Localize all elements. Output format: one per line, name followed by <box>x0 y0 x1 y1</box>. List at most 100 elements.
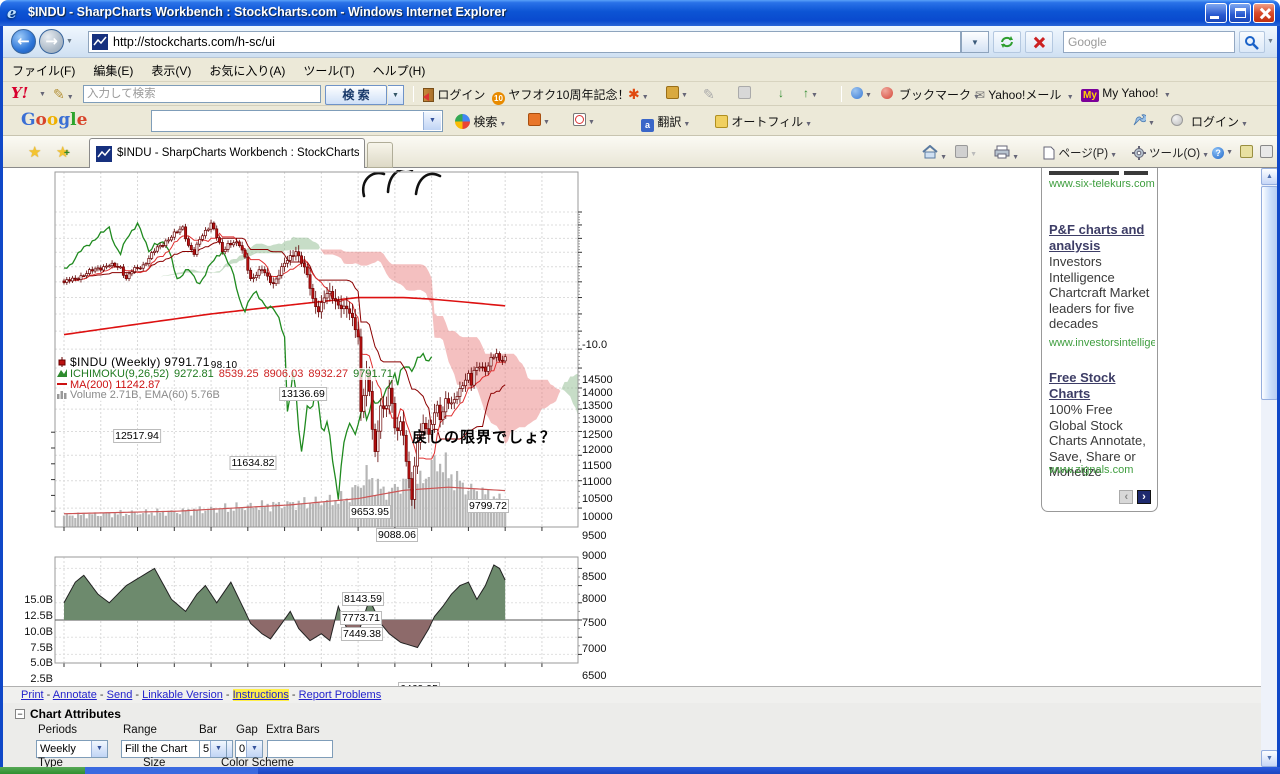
yahoo-bookmarks[interactable]: ブックマーク▼ <box>899 86 980 103</box>
start-button[interactable] <box>0 767 85 774</box>
price-annotation-label: 7773.71 <box>340 611 382 625</box>
title-bar[interactable]: e $INDU - SharpCharts Workbench : StockC… <box>0 0 1280 26</box>
footer-link-linkable-version[interactable]: Linkable Version <box>142 689 223 701</box>
notebook-icon[interactable]: ▼ <box>666 86 688 100</box>
scroll-down-button[interactable]: ▼ <box>1261 750 1278 767</box>
history-dropdown-icon[interactable]: ▼ <box>66 38 73 45</box>
page-menu[interactable]: ページ(P)▼ <box>1043 145 1117 161</box>
yahoo-promo[interactable]: 10 ヤフオク10周年記念！ <box>492 86 629 105</box>
scrollbar-thumb[interactable] <box>1261 186 1278 400</box>
ad-link[interactable]: P&F charts and analysis <box>1049 222 1153 254</box>
upload-arrow-icon[interactable]: ↑▼ <box>803 86 818 100</box>
google-autofill[interactable]: オートフィル▼ <box>715 113 812 130</box>
tab-active[interactable]: $INDU - SharpCharts Workbench : StockCha… <box>89 138 365 168</box>
download-arrow-icon[interactable]: ↓ <box>778 86 784 100</box>
menu-item-edit[interactable]: 編集(E) <box>84 58 142 83</box>
google-search-input[interactable] <box>155 112 415 130</box>
yahoo-search-dropdown-icon[interactable]: ▼ <box>388 85 404 105</box>
stop-button[interactable] <box>1025 31 1053 53</box>
print-icon[interactable]: ▼ <box>994 145 1019 162</box>
dropdown-arrow-icon[interactable]: ▼ <box>91 741 107 757</box>
wrench-icon[interactable]: ▼ <box>1131 113 1155 128</box>
copy-pages-icon[interactable] <box>1260 145 1273 159</box>
address-input[interactable] <box>113 33 933 51</box>
scroll-up-button[interactable]: ▲ <box>1261 168 1278 185</box>
periods-select[interactable]: Weekly▼ <box>36 740 108 758</box>
yahoo-search-input[interactable] <box>87 87 317 101</box>
my-yahoo[interactable]: My My Yahoo! ▼ <box>1081 86 1171 102</box>
volume-tick-label: 12.5B <box>10 610 53 622</box>
footer-link-print[interactable]: Print <box>21 689 44 701</box>
yahoo-search-box[interactable] <box>83 85 321 103</box>
edit-pencil-disabled-icon: ✎ <box>703 86 715 103</box>
close-button[interactable] <box>1253 3 1275 23</box>
messenger-ball-icon[interactable]: ▼ <box>851 86 872 100</box>
menu-item-view[interactable]: 表示(V) <box>142 58 200 83</box>
yahoo-login[interactable]: ログイン <box>423 86 485 103</box>
footer-link-annotate[interactable]: Annotate <box>53 689 97 701</box>
auction-starburst-icon[interactable]: ✱▼ <box>628 86 649 103</box>
google-search-dropdown-icon[interactable]: ▼ <box>423 112 441 130</box>
dropdown-arrow-icon[interactable]: ▼ <box>246 741 262 757</box>
address-dropdown-button[interactable]: ▼ <box>961 31 989 53</box>
help-icon[interactable]: ?▼ <box>1212 145 1233 159</box>
home-icon[interactable]: ▼ <box>922 145 947 162</box>
gap-select[interactable]: 0▼ <box>235 740 263 758</box>
footer-link-instructions[interactable]: Instructions <box>233 689 289 701</box>
yahoo-logo[interactable]: Y! <box>11 84 28 102</box>
quick-launch-area[interactable] <box>85 767 258 774</box>
price-tick-label: 14500 <box>582 374 613 386</box>
footer-link-report-problems[interactable]: Report Problems <box>299 689 382 701</box>
yahoo-mail[interactable]: ✉ Yahoo!メール ▼ <box>975 86 1074 103</box>
new-tab-button[interactable] <box>367 142 393 168</box>
google-login[interactable]: ログイン▼ <box>1191 113 1248 130</box>
volume-tick-label: 7.5B <box>10 642 53 654</box>
popup-blocker-icon[interactable]: ▼ <box>573 113 595 127</box>
forward-button[interactable]: → <box>39 29 64 54</box>
price-tick-label: 12000 <box>582 444 613 456</box>
refresh-button[interactable] <box>993 31 1021 53</box>
bookmarks-ball-icon[interactable] <box>881 86 893 100</box>
extra-bars-input[interactable] <box>267 740 333 758</box>
google-translate[interactable]: a 翻訳▼ <box>641 113 690 132</box>
favorites-star-icon[interactable]: ★ <box>28 143 41 161</box>
collapse-icon[interactable]: − <box>15 709 25 719</box>
search-magnifier-icon[interactable] <box>1239 31 1265 53</box>
footer-link-send[interactable]: Send <box>107 689 133 701</box>
ad-url[interactable]: www.six-telekurs.com <box>1049 178 1155 190</box>
search-box[interactable] <box>1063 31 1235 53</box>
smartbrowsing-icon[interactable]: ▼ <box>528 113 550 127</box>
ad-prev-button[interactable]: ‹ <box>1119 490 1133 504</box>
login-door-icon <box>423 88 434 102</box>
stamp-disabled-icon <box>738 86 751 100</box>
taskbar[interactable] <box>0 767 1280 774</box>
menu-item-help[interactable]: ヘルプ(H) <box>364 58 435 83</box>
yahoo-logo-dropdown-icon[interactable]: ▼ <box>39 91 46 98</box>
ad-next-button[interactable]: › <box>1137 490 1151 504</box>
search-input[interactable] <box>1068 33 1228 51</box>
menu-item-favorites[interactable]: お気に入り(A) <box>200 58 294 83</box>
ichimoku-icon <box>57 368 67 378</box>
ad-url[interactable]: www.zignals.com <box>1049 464 1155 476</box>
back-button[interactable]: ← <box>11 29 36 54</box>
maximize-button[interactable] <box>1229 3 1251 23</box>
add-favorite-star-icon[interactable]: ★+ <box>56 143 69 161</box>
ad-url[interactable]: www.investorsintelligen <box>1049 337 1155 349</box>
yahoo-search-button[interactable]: 検 索 <box>325 85 387 105</box>
address-bar[interactable] <box>88 31 961 53</box>
my-yahoo-badge-icon: My <box>1081 89 1099 102</box>
google-search-button[interactable]: 検索▼ <box>455 113 506 130</box>
bar-select[interactable]: 5▼ <box>199 740 227 758</box>
tools-menu[interactable]: ツール(O)▼ <box>1132 145 1209 161</box>
google-search-box[interactable]: ▼ <box>151 110 443 132</box>
minimize-button[interactable] <box>1205 3 1227 23</box>
chart-attributes-panel: − Chart Attributes PeriodsWeekly▼RangeFi… <box>3 703 1277 767</box>
pencil-icon[interactable]: ✎▼ <box>53 86 74 103</box>
menu-item-file[interactable]: ファイル(F) <box>3 58 84 83</box>
ad-link[interactable]: Free Stock Charts <box>1049 370 1153 402</box>
dropdown-arrow-icon[interactable]: ▼ <box>210 741 226 757</box>
research-icon[interactable] <box>1240 145 1253 159</box>
vertical-scrollbar[interactable]: ▲ ▼ <box>1261 168 1278 767</box>
search-dropdown-icon[interactable]: ▼ <box>1267 38 1274 45</box>
menu-item-tools[interactable]: ツール(T) <box>294 58 363 83</box>
